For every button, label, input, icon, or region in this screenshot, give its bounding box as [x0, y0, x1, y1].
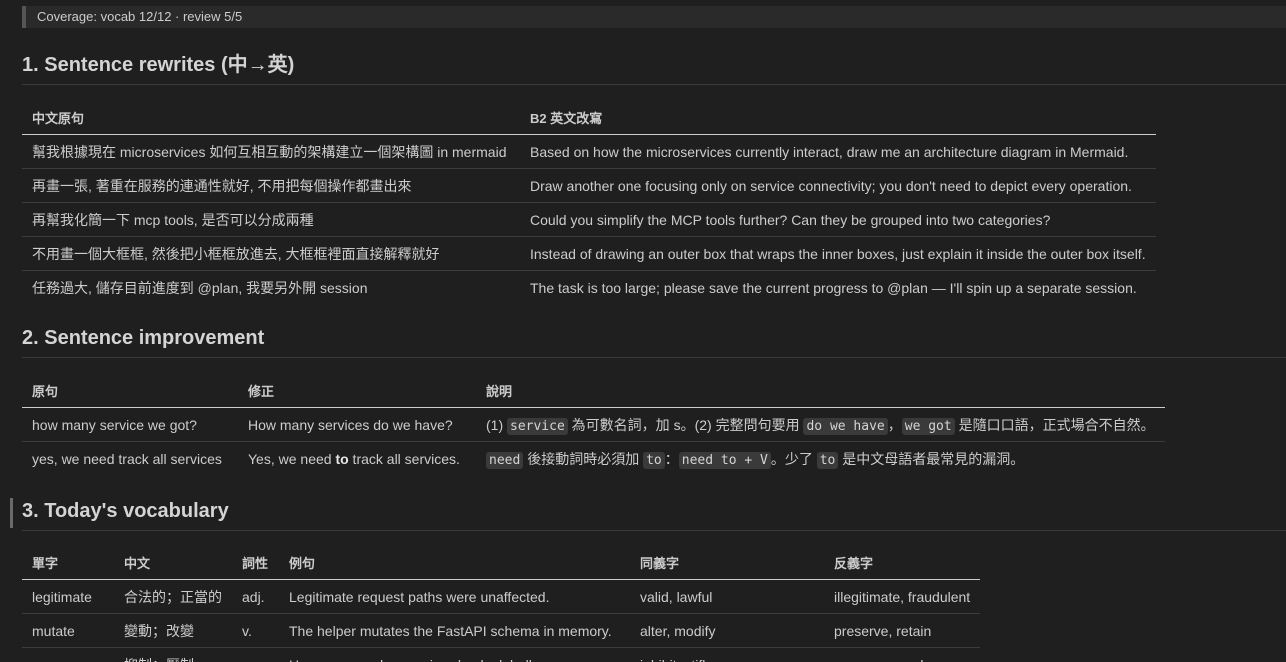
table-cell: 任務過大, 儲存目前進度到 @plan, 我要另外開 session: [32, 279, 368, 296]
table-cell: 不用畫一個大框框, 然後把小框框放進去, 大框框裡面直接解釋就好: [22, 236, 520, 271]
inline-code: do we have: [803, 417, 888, 435]
column-header: 原句: [22, 374, 238, 408]
note-text: 。少了: [770, 450, 817, 467]
table-cell: 幫我根據現在 microservices 如何互相互動的架構建立一個架構圖 in…: [22, 134, 520, 169]
table-cell: Based on how the microservices currently…: [520, 134, 1156, 169]
table-header-row: 原句 修正 說明: [22, 374, 1165, 408]
table-row: 幫我根據現在 microservices 如何互相互動的架構建立一個架構圖 in…: [22, 134, 1156, 169]
table-cell-note: need 後接動詞時必須加 to： need to + V 。少了 to 是中文母語…: [476, 442, 1165, 476]
table-cell-note: (1) service 為可數名詞，加 s。(2) 完整問句要用 do we h…: [476, 407, 1165, 442]
table-cell: v.: [232, 647, 279, 662]
table-cell: Could you simplify the MCP tools further…: [520, 202, 1156, 237]
note-text: (1): [486, 416, 507, 433]
table-header-row: 中文原句 B2 英文改寫: [22, 101, 1156, 135]
column-header: 反義字: [824, 546, 981, 580]
table-cell: valid, lawful: [630, 579, 824, 614]
column-header: 修正: [238, 374, 476, 408]
note-text: 是中文母語者最常見的漏洞。: [838, 450, 1025, 467]
section-focus-marker: [10, 498, 13, 528]
table-cell: yes, we need track all services: [32, 450, 222, 467]
table-cell: Draw another one focusing only on servic…: [520, 168, 1156, 203]
table-row: 再畫一張, 著重在服務的連通性就好, 不用把每個操作都畫出來 Draw anot…: [22, 168, 1156, 203]
note-text: ，: [887, 416, 902, 433]
coverage-note: Coverage: vocab 12/12 · review 5/5: [22, 6, 1286, 28]
column-header: 同義字: [630, 546, 824, 580]
fixed-text: track all services.: [348, 450, 460, 467]
table-row: yes, we need track all services Yes, we …: [22, 442, 1165, 476]
fixed-emphasis: to: [335, 450, 349, 467]
table-cell: preserve, retain: [824, 613, 981, 648]
column-header: 詞性: [232, 546, 279, 580]
fixed-text: Yes, we need: [248, 450, 336, 467]
inline-code: service: [507, 417, 568, 435]
table-row: 再幫我化簡一下 mcp tools, 是否可以分成兩種 Could you si…: [22, 202, 1156, 237]
table-cell: legitimate: [22, 579, 114, 614]
table-cell: How many services do we have?: [238, 407, 476, 442]
column-header: 中文原句: [22, 101, 520, 135]
table-cell: 抑制；壓制: [114, 647, 232, 662]
section-title-rewrites: 1. Sentence rewrites (中→英): [22, 51, 1286, 85]
vocabulary-table: 單字 中文 詞性 例句 同義字 反義字 legitimate 合法的；正當的 a…: [22, 546, 981, 662]
table-cell: mutate: [22, 613, 114, 648]
table-cell: how many service we got?: [22, 407, 238, 442]
table-cell: The helper mutates the FastAPI schema in…: [279, 613, 630, 648]
table-cell: illegitimate, fraudulent: [824, 579, 981, 614]
table-cell: The task is too large; please save the c…: [530, 279, 1137, 296]
note-text: 是隨口口語，正式場合不自然。: [954, 416, 1155, 433]
table-row: how many service we got? How many servic…: [22, 407, 1165, 442]
table-cell: 再幫我化簡一下 mcp tools, 是否可以分成兩種: [22, 202, 520, 237]
note-text: 為可數名詞，加 s。(2) 完整問句要用: [567, 416, 804, 433]
table-cell: Legitimate request paths were unaffected…: [279, 579, 630, 614]
table-row: legitimate 合法的；正當的 adj. Legitimate reque…: [22, 579, 981, 614]
section-title-vocabulary: 3. Today's vocabulary: [22, 497, 1286, 531]
table-cell: Yes, we need to track all services.: [238, 442, 476, 476]
inline-code: need to + V: [678, 451, 771, 469]
inline-code: to: [643, 451, 665, 469]
inline-code: need: [486, 451, 524, 469]
table-cell: inhibit, stifle: [630, 647, 824, 662]
table-cell: 變動；改變: [114, 613, 232, 648]
table-header-row: 單字 中文 詞性 例句 同義字 反義字: [22, 546, 981, 580]
note-text: 後接動詞時必須加: [523, 450, 644, 467]
column-header: 說明: [476, 374, 1165, 408]
rewrites-table: 中文原句 B2 英文改寫 幫我根據現在 microservices 如何互相互動…: [22, 101, 1156, 304]
table-row: mutate 變動；改變 v. The helper mutates the F…: [22, 613, 981, 648]
table-cell: suppress: [22, 647, 114, 662]
table-row: suppress 抑制；壓制 v. He suppressed one nois…: [22, 647, 981, 662]
note-text: ：: [664, 450, 679, 467]
table-cell: 再畫一張, 著重在服務的連通性就好, 不用把每個操作都畫出來: [22, 168, 520, 203]
table-cell: adj.: [232, 579, 279, 614]
column-header: 單字: [22, 546, 114, 580]
table-cell: alter, modify: [630, 613, 824, 648]
section-title-improvement: 2. Sentence improvement: [22, 324, 1286, 358]
table-cell: He suppressed one noisy check globally.: [279, 647, 630, 662]
column-header: 中文: [114, 546, 232, 580]
inline-code: to: [816, 451, 839, 469]
improvement-table: 原句 修正 說明 how many service we got? How ma…: [22, 374, 1165, 475]
table-cell: encourage, release: [824, 647, 981, 662]
column-header: B2 英文改寫: [520, 101, 1156, 135]
table-row: 不用畫一個大框框, 然後把小框框放進去, 大框框裡面直接解釋就好 Instead…: [22, 236, 1156, 271]
markdown-preview: Coverage: vocab 12/12 · review 5/5 1. Se…: [0, 0, 1286, 662]
table-cell: Instead of drawing an outer box that wra…: [520, 236, 1156, 271]
table-cell: v.: [232, 613, 279, 648]
table-cell: 合法的；正當的: [114, 579, 232, 614]
column-header: 例句: [279, 546, 630, 580]
inline-code: we got: [901, 417, 955, 435]
table-row: 任務過大, 儲存目前進度到 @plan, 我要另外開 session The t…: [22, 271, 1156, 305]
